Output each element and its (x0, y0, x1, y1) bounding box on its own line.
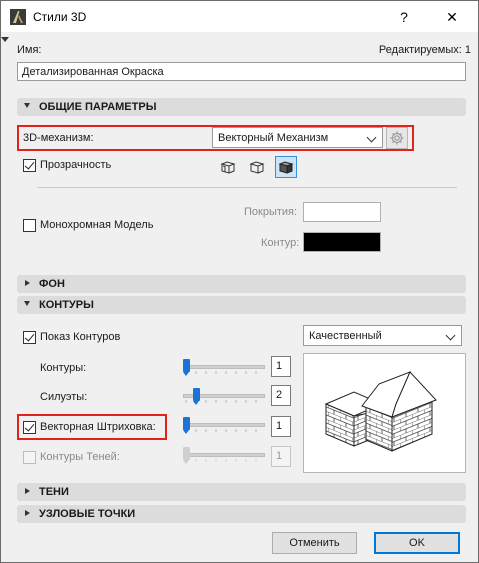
shadow-contours-value-field[interactable]: 1 (271, 446, 291, 467)
surfaces-color-swatch[interactable] (303, 202, 381, 222)
transparency-label: Прозрачность (40, 159, 112, 171)
gear-icon (390, 131, 404, 145)
engine-settings-button[interactable] (386, 127, 408, 149)
shadow-contours-slider[interactable] (183, 447, 265, 464)
section-contours-title: КОНТУРЫ (39, 299, 94, 311)
cancel-button[interactable]: Отменить (272, 532, 357, 554)
vector-hatching-value-field[interactable]: 1 (271, 416, 291, 437)
slider-track (183, 365, 265, 369)
check-mark-icon (24, 421, 35, 432)
title-bar: Стили 3D ? ✕ (1, 1, 478, 32)
chevron-down-icon (445, 330, 456, 341)
shaded-box-icon (278, 161, 294, 174)
contour-preview (303, 353, 466, 473)
contours-label: Контуры: (40, 362, 87, 374)
check-mark-icon (24, 159, 35, 170)
contour-color-label: Контур: (261, 237, 300, 249)
section-hotspots-title: УЗЛОВЫЕ ТОЧКИ (39, 508, 136, 520)
slider-thumb[interactable] (183, 417, 190, 434)
contours-value-field[interactable]: 1 (271, 356, 291, 377)
expand-down-icon (24, 301, 30, 306)
help-button[interactable]: ? (393, 7, 415, 27)
silhouettes-value-field[interactable]: 2 (271, 385, 291, 406)
shading-mode-wireframe-button[interactable] (217, 156, 239, 178)
contour-quality-select[interactable]: Качественный (303, 325, 462, 346)
silhouettes-slider[interactable] (183, 388, 265, 405)
monochrome-checkbox[interactable] (23, 219, 36, 232)
slider-track (183, 423, 265, 427)
name-label: Имя: (17, 44, 42, 56)
app-icon (10, 9, 26, 25)
slider-ticks (185, 459, 257, 462)
shadow-contours-label: Контуры Теней: (40, 451, 120, 463)
silhouettes-label: Силуэты: (40, 391, 88, 403)
slider-thumb[interactable] (193, 388, 200, 405)
section-background[interactable]: ФОН (17, 275, 466, 293)
transparency-checkbox[interactable] (23, 159, 36, 172)
name-input[interactable]: Детализированная Окраска (17, 62, 466, 81)
slider-ticks (185, 429, 257, 432)
section-shadows-title: ТЕНИ (39, 486, 69, 498)
section-general-title: ОБЩИЕ ПАРАМЕТРЫ (39, 101, 157, 113)
expand-right-icon (25, 510, 30, 516)
vector-hatching-slider[interactable] (183, 417, 265, 434)
expand-right-icon (25, 280, 30, 286)
close-button[interactable]: ✕ (434, 5, 470, 29)
section-background-title: ФОН (39, 278, 65, 290)
vector-hatching-checkbox[interactable] (23, 421, 36, 434)
contours-slider[interactable] (183, 359, 265, 376)
contour-quality-value: Качественный (309, 330, 382, 342)
panel-collapse-icon[interactable] (1, 37, 9, 42)
section-contours[interactable]: КОНТУРЫ (17, 296, 466, 314)
section-shadows[interactable]: ТЕНИ (17, 483, 466, 501)
section-hotspots[interactable]: УЗЛОВЫЕ ТОЧКИ (17, 505, 466, 523)
slider-ticks (185, 371, 257, 374)
window-title: Стили 3D (33, 10, 87, 24)
ok-button[interactable]: OK (374, 532, 460, 554)
monochrome-label: Монохромная Модель (40, 219, 154, 231)
shading-mode-hidden-button[interactable] (246, 156, 268, 178)
contour-color-swatch[interactable] (303, 232, 381, 252)
wireframe-box-icon (220, 161, 236, 174)
expand-down-icon (24, 103, 30, 108)
expand-right-icon (25, 488, 30, 494)
show-contours-checkbox[interactable] (23, 331, 36, 344)
chevron-down-icon (366, 132, 377, 143)
section-general[interactable]: ОБЩИЕ ПАРАМЕТРЫ (17, 98, 466, 116)
slider-thumb[interactable] (183, 359, 190, 376)
shadow-contours-checkbox[interactable] (23, 451, 36, 464)
house-preview-image (324, 371, 437, 452)
vector-hatching-label: Векторная Штриховка: (40, 421, 156, 433)
engine-select[interactable]: Векторный Механизм (212, 127, 383, 148)
engine-select-value: Векторный Механизм (218, 132, 329, 144)
check-mark-icon (24, 331, 35, 342)
surfaces-label: Покрытия: (244, 206, 298, 218)
slider-thumb[interactable] (183, 447, 190, 464)
engine-label: 3D-механизм: (23, 132, 94, 144)
hidden-line-box-icon (249, 161, 265, 174)
shading-mode-shaded-button[interactable] (275, 156, 297, 178)
editable-count: Редактируемых: 1 (378, 44, 471, 56)
divider (37, 187, 457, 188)
show-contours-label: Показ Контуров (40, 331, 121, 343)
slider-track (183, 453, 265, 457)
